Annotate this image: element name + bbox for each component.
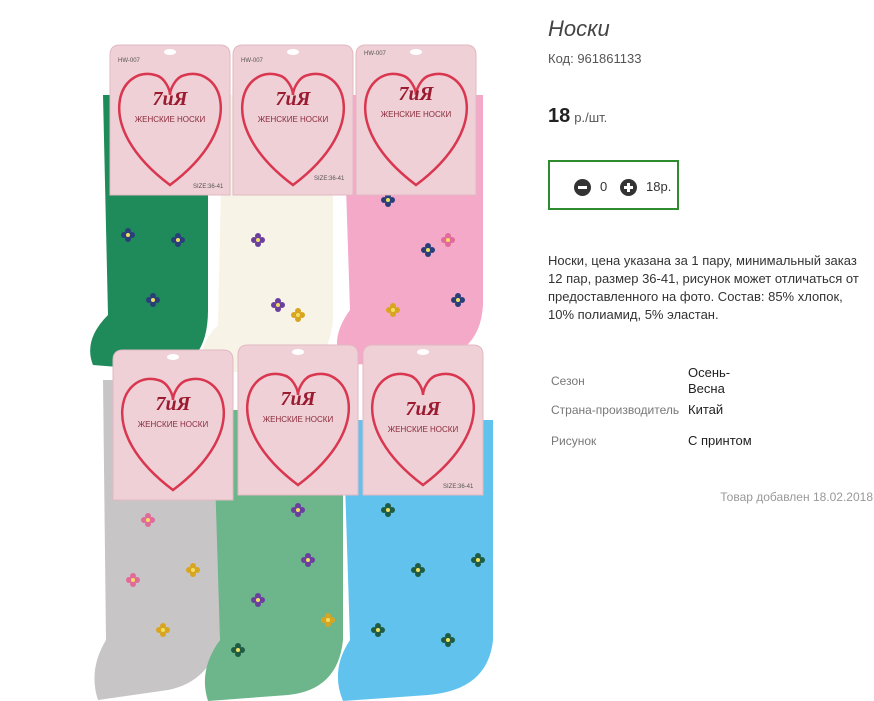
spec-value: Осень-Весна bbox=[688, 365, 731, 396]
price-unit: р./шт. bbox=[574, 110, 608, 125]
tag-subtitle: ЖЕНСКИЕ НОСКИ bbox=[263, 415, 334, 424]
tag-subtitle: ЖЕНСКИЕ НОСКИ bbox=[381, 110, 452, 119]
date-added: Товар добавлен 18.02.2018 bbox=[720, 490, 873, 504]
tag-brand: 7иЯ bbox=[276, 88, 312, 110]
tag-brand: 7иЯ bbox=[156, 393, 192, 415]
tag-subtitle: ЖЕНСКИЕ НОСКИ bbox=[138, 420, 209, 429]
price-value: 18 bbox=[548, 105, 571, 127]
spec-value: Китай bbox=[688, 402, 724, 417]
quantity-value: 0 bbox=[600, 179, 608, 194]
plus-circle-icon[interactable] bbox=[620, 179, 637, 196]
tag-brand: 7иЯ bbox=[406, 398, 442, 420]
product-image[interactable]: 7иЯ 7иЯ 7иЯ 7иЯ 7иЯ 7иЯ ЖЕНСКИЕ НОСКИ ЖЕ… bbox=[88, 40, 508, 701]
spec-key: Сезон bbox=[551, 374, 585, 388]
spec-row-pattern: Рисунок С принтом bbox=[548, 421, 758, 461]
minus-circle-icon[interactable] bbox=[574, 179, 591, 196]
spec-row-country: Страна-производитель Китай bbox=[548, 399, 758, 421]
tag-size: SIZE:36-41 bbox=[193, 184, 224, 190]
tag-subtitle: ЖЕНСКИЕ НОСКИ bbox=[388, 425, 459, 434]
spec-key: Рисунок bbox=[551, 434, 597, 448]
tag-brand: 7иЯ bbox=[153, 88, 189, 110]
spec-value: С принтом bbox=[688, 433, 752, 448]
quantity-total: 18р. bbox=[646, 179, 672, 194]
spec-row-season: Сезон Осень-Весна bbox=[548, 363, 758, 399]
specs-table: Сезон Осень-Весна Страна-производитель К… bbox=[548, 363, 758, 461]
spec-key: Страна-производитель bbox=[551, 403, 680, 417]
tag-size: SIZE:36-41 bbox=[443, 484, 474, 490]
product-price: 18 р./шт. bbox=[548, 105, 607, 128]
tag-brand: 7иЯ bbox=[399, 83, 435, 105]
tag-subtitle: ЖЕНСКИЕ НОСКИ bbox=[258, 115, 329, 124]
quantity-control: 0 18р. bbox=[548, 160, 679, 210]
tag-subtitle: ЖЕНСКИЕ НОСКИ bbox=[135, 115, 206, 124]
tag-article: HW-007 bbox=[118, 58, 141, 64]
tag-brand: 7иЯ bbox=[281, 388, 317, 410]
product-description: Носки, цена указана за 1 пару, минимальн… bbox=[548, 253, 859, 322]
tag-article: HW-007 bbox=[364, 51, 387, 57]
tag-size: SIZE:36-41 bbox=[314, 176, 345, 182]
tag-article: HW-007 bbox=[241, 58, 264, 64]
product-title: Носки bbox=[548, 16, 610, 41]
product-code: Код: 961861133 bbox=[548, 51, 642, 66]
